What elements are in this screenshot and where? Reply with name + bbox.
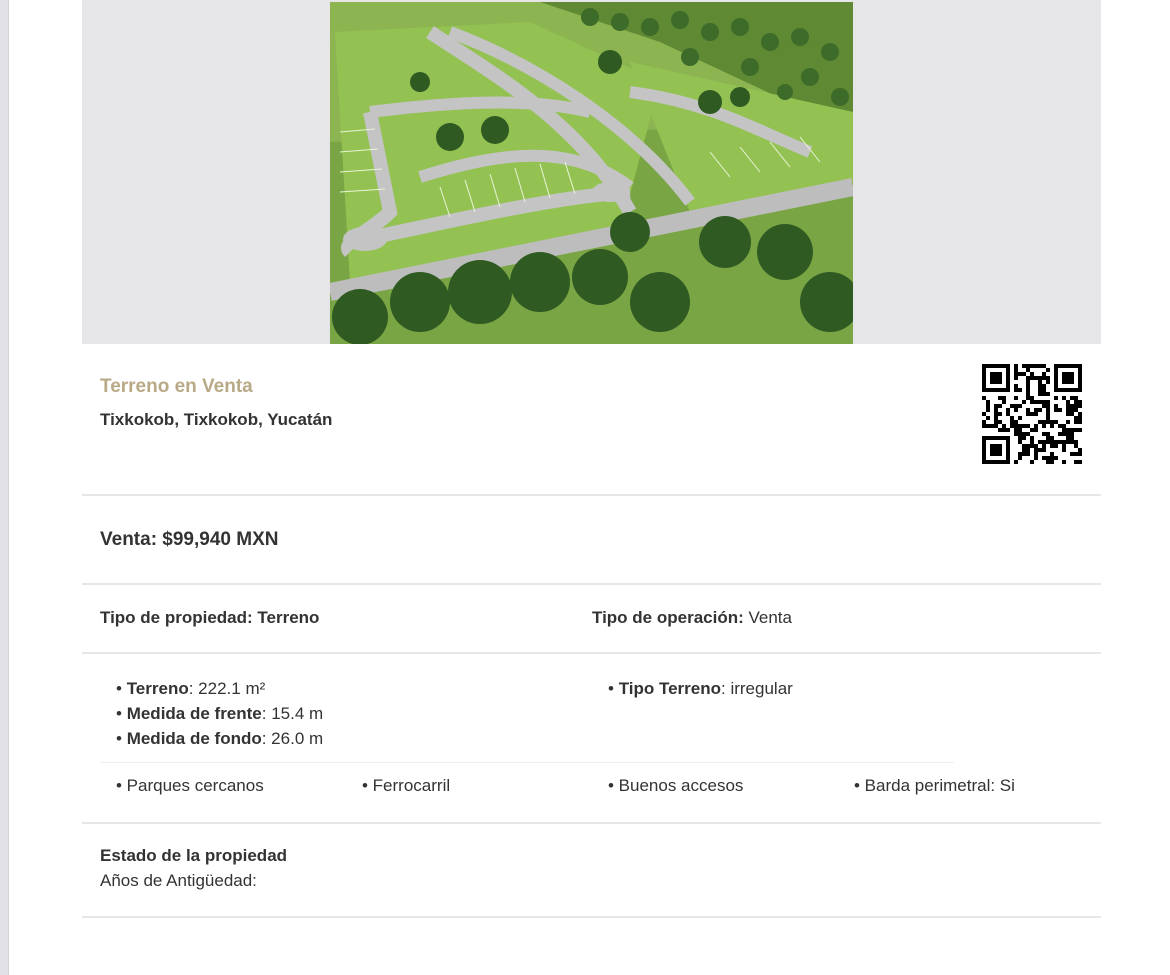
feature-value: : 15.4 m [261, 704, 324, 723]
property-location: Tixkokob, Tixkokob, Yucatán [100, 410, 333, 429]
feature-item: • Terreno: 222.1 m² [116, 676, 323, 701]
operation-type: Tipo de operación: Venta [592, 608, 792, 628]
feature-list-right: • Tipo Terreno: irregular [608, 676, 793, 701]
property-type: Tipo de propiedad: Terreno [100, 608, 320, 627]
operation-type-label: Tipo de operación: [592, 608, 744, 627]
feature-item: • Medida de frente: 15.4 m [116, 701, 323, 726]
features-section: • Terreno: 222.1 m² • Medida de frente: … [82, 654, 1101, 824]
feature-value: : 222.1 m² [188, 679, 266, 698]
price-section: Venta: $99,940 MXN [82, 496, 1101, 585]
qr-code-icon[interactable] [982, 364, 1082, 464]
price-text: Venta: $99,940 MXN [100, 529, 279, 550]
bullet: • [116, 679, 127, 698]
bullet: • [116, 704, 127, 723]
feature-item: • Tipo Terreno: irregular [608, 676, 793, 701]
feature-value: : irregular [721, 679, 793, 698]
state-title: Estado de la propiedad [100, 846, 288, 865]
property-state-section: Estado de la propiedad Años de Antigüeda… [82, 824, 1101, 918]
feature-list-left: • Terreno: 222.1 m² • Medida de frente: … [116, 676, 323, 751]
type-section: Tipo de propiedad: Terreno Tipo de opera… [82, 585, 1101, 654]
amenity-item: • Buenos accesos [608, 776, 744, 795]
listing-header: Terreno en Venta Tixkokob, Tixkokob, Yuc… [82, 344, 1101, 496]
property-sheet: Terreno en Venta Tixkokob, Tixkokob, Yuc… [82, 0, 1101, 918]
amenity-item: • Barda perimetral: Si [854, 776, 1015, 795]
feature-value: : 26.0 m [261, 729, 324, 748]
page-edge [0, 0, 9, 975]
feature-label: Terreno [126, 679, 189, 698]
age-label: Años de Antigüedad: [100, 871, 257, 890]
amenity-item: • Ferrocarril [362, 776, 451, 795]
feature-item: • Medida de fondo: 26.0 m [116, 726, 323, 751]
feature-label: Medida de frente [126, 704, 262, 723]
feature-divider [100, 762, 954, 763]
operation-type-value: Venta [748, 608, 793, 627]
bullet: • [116, 729, 127, 748]
feature-label: Medida de fondo [126, 729, 262, 748]
property-title: Terreno en Venta [100, 376, 253, 397]
amenity-item: • Parques cercanos [116, 776, 264, 795]
property-photo [330, 2, 853, 344]
photo-band [82, 0, 1101, 344]
feature-label: Tipo Terreno [618, 679, 722, 698]
bullet: • [608, 679, 619, 698]
